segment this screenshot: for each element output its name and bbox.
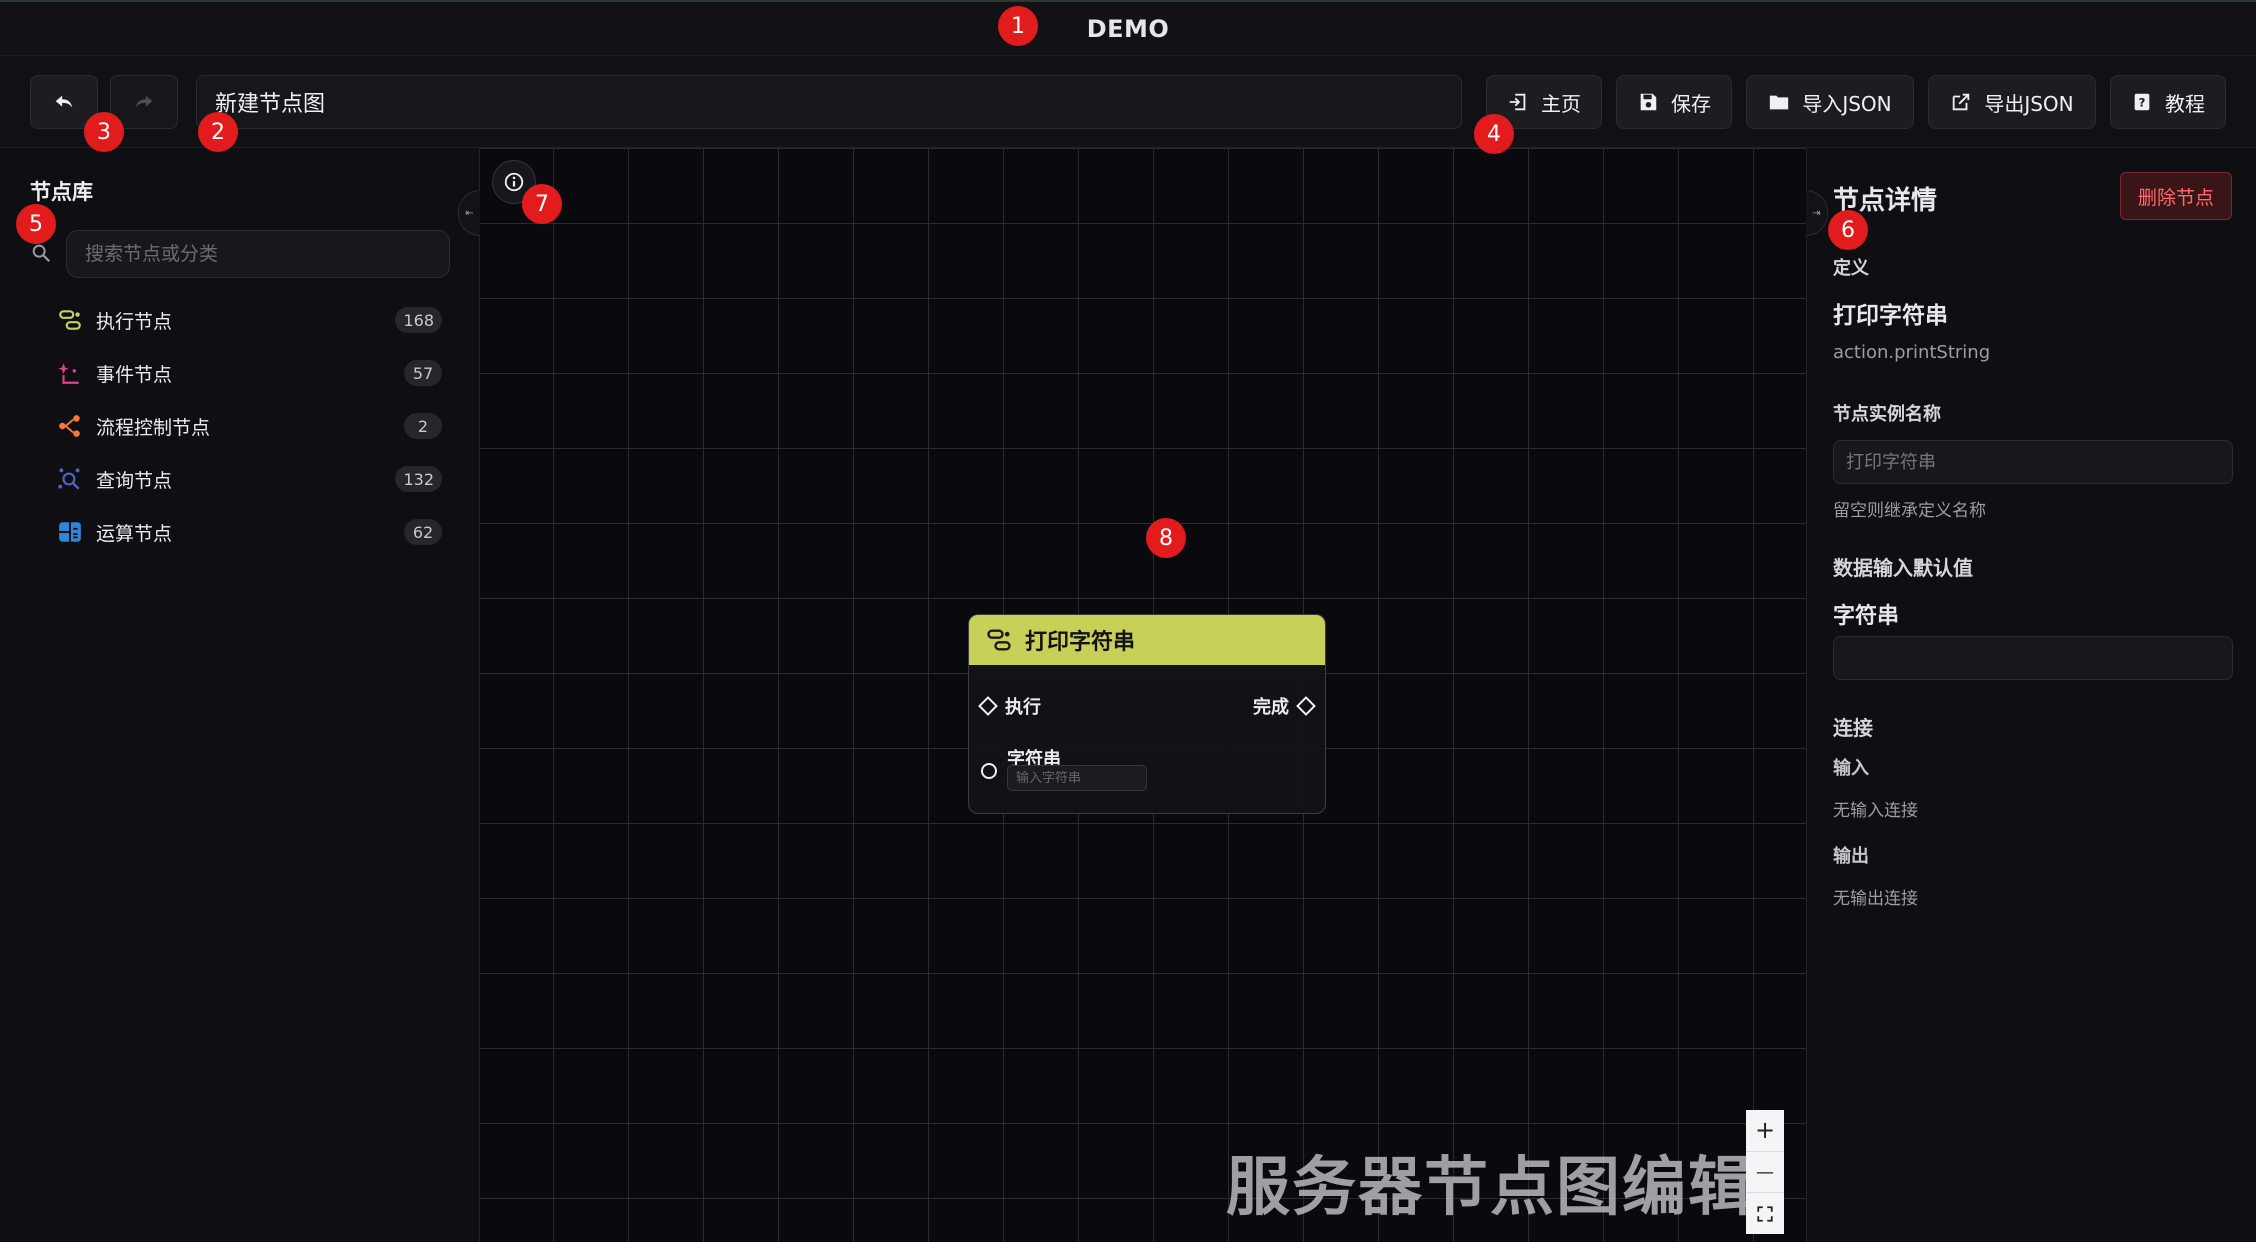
annotation-marker: 1 [998,6,1038,46]
node-header[interactable]: 打印字符串 [969,615,1325,665]
app-title: DEMO [1086,14,1170,43]
defaults-heading: 数据输入默认值 [1833,556,1973,580]
category-count-badge: 57 [404,360,442,386]
instance-name-hint: 留空则继承定义名称 [1833,501,1986,521]
export-json-label: 导出JSON [1984,91,2074,116]
category-count-badge: 168 [395,307,442,333]
node-library-panel: 节点库 执行节点 168 事件节点 57 流程控制节点 2 查询节点 132 运… [0,148,480,1242]
annotation-marker: 5 [16,204,56,244]
annotation-marker: 8 [1146,518,1186,558]
category-count-badge: 62 [404,519,442,545]
collapse-right-icon: ⇥ [1812,207,1821,219]
flow-control-icon [56,412,84,440]
category-label: 运算节点 [96,522,173,545]
node-string-input[interactable] [1007,765,1147,791]
folder-icon [1770,95,1789,110]
fit-view-icon [1757,1206,1773,1222]
category-item-action[interactable]: 执行节点 168 [56,300,442,340]
operation-node-icon [56,518,84,546]
delete-node-button[interactable]: 删除节点 [2120,172,2232,220]
tutorial-button-label: 教程 [2165,91,2205,116]
import-json-label: 导入JSON [1802,91,1892,116]
zoom-in-button[interactable]: + [1746,1110,1784,1152]
tutorial-button[interactable]: ? 教程 [2110,75,2226,129]
annotation-marker: 7 [522,184,562,224]
zoom-out-button[interactable]: — [1746,1152,1784,1194]
import-json-button[interactable]: 导入JSON [1746,75,1914,129]
action-node-icon [56,306,84,334]
graph-name-input[interactable] [196,75,1462,129]
save-floppy-icon [1640,93,1657,111]
event-node-icon [56,359,84,387]
no-inputs-text: 无输入连接 [1833,801,1918,821]
help-book-icon: ? [2134,93,2150,111]
svg-text:?: ? [2139,96,2146,110]
annotation-marker: 4 [1474,114,1514,154]
no-outputs-text: 无输出连接 [1833,889,1918,909]
search-icon [32,244,51,263]
exec-output-port[interactable]: 完成 [1253,693,1316,719]
annotation-marker: 2 [198,112,238,152]
annotation-marker: 6 [1828,210,1868,250]
fit-view-button[interactable] [1746,1193,1784,1234]
exec-output-label: 完成 [1253,697,1289,718]
zoom-out-icon: — [1756,1161,1774,1183]
export-json-button[interactable]: 导出JSON [1928,75,2096,129]
string-default-input[interactable] [1833,636,2233,680]
save-button[interactable]: 保存 [1616,75,1732,129]
query-node-icon [56,465,84,493]
category-item-event[interactable]: 事件节点 57 [56,353,442,393]
home-enter-icon [1509,93,1526,111]
graph-node-print-string[interactable]: 打印字符串 执行 完成 字符串 [968,614,1326,814]
definition-name: 打印字符串 [1833,303,1948,329]
exec-input-port[interactable]: 执行 [978,693,1041,719]
instance-name-input[interactable] [1833,440,2233,484]
connections-heading: 连接 [1833,716,1873,740]
exec-pin-icon [1296,696,1316,716]
annotation-marker: 3 [84,112,124,152]
category-label: 流程控制节点 [96,416,211,439]
zoom-in-icon: + [1754,1116,1776,1145]
node-details-panel: 节点详情 删除节点 定义 打印字符串 action.printString 节点… [1806,148,2256,1242]
node-search-input[interactable] [66,230,450,278]
info-icon [504,172,524,192]
exec-pin-icon [978,696,998,716]
definition-id: action.printString [1833,342,1991,363]
graph-canvas[interactable]: 打印字符串 执行 完成 字符串 服务器节点图编辑 + — [480,148,1806,1242]
category-item-flow-control[interactable]: 流程控制节点 2 [56,406,442,446]
zoom-controls: + — [1746,1110,1784,1234]
string-default-label: 字符串 [1833,604,1900,629]
collapse-left-icon: ⇤ [465,207,474,219]
category-label: 查询节点 [96,469,173,492]
node-title: 打印字符串 [1025,630,1136,655]
category-label: 事件节点 [96,363,173,386]
instance-name-label: 节点实例名称 [1833,404,1941,425]
category-count-badge: 132 [395,466,442,492]
title-bar: DEMO [0,0,2256,56]
export-share-icon [1953,93,1970,111]
category-label: 执行节点 [96,310,173,333]
save-button-label: 保存 [1671,91,1711,116]
watermark-text: 服务器节点图编辑 [1226,1151,1754,1225]
home-button-label: 主页 [1541,91,1581,116]
data-pin-icon [981,763,997,779]
definition-heading: 定义 [1833,258,1869,279]
category-item-operation[interactable]: 运算节点 62 [56,512,442,552]
action-node-icon [987,629,1011,651]
exec-input-label: 执行 [1005,697,1041,718]
node-library-title: 节点库 [30,180,93,204]
redo-arrow-icon [135,95,153,108]
undo-arrow-icon [55,95,73,108]
category-count-badge: 2 [404,413,442,439]
outputs-label: 输出 [1833,846,1869,867]
inputs-label: 输入 [1833,758,1869,779]
category-item-query[interactable]: 查询节点 132 [56,459,442,499]
